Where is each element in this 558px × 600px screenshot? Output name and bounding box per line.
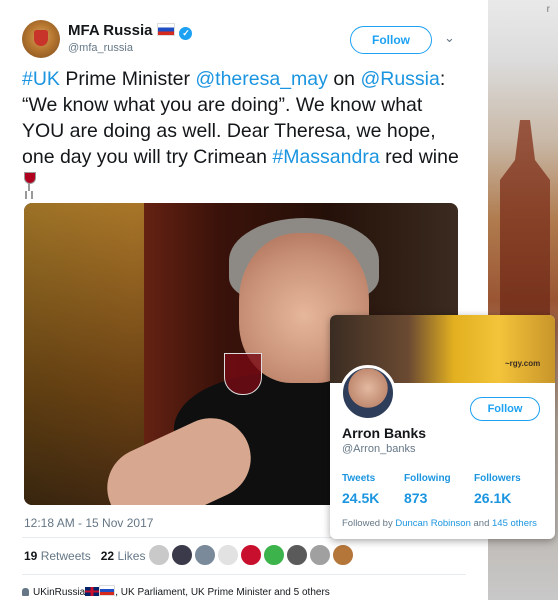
tweet-author-name[interactable]: MFA Russia ✓ [68, 22, 193, 40]
verified-icon: ✓ [179, 27, 193, 40]
retweets-label: Retweets [40, 549, 91, 563]
tweet-text-part: Prime Minister [59, 68, 196, 90]
russia-flag-icon [157, 23, 176, 36]
liker-avatar[interactable] [286, 544, 308, 566]
uk-flag-icon [85, 587, 100, 596]
liker-avatar[interactable] [240, 544, 262, 566]
stat-following[interactable]: Following 873 [404, 473, 451, 506]
footer-accounts-prefix[interactable]: UKinRussia [33, 587, 85, 598]
author-name-text[interactable]: MFA Russia [68, 22, 152, 39]
chevron-down-icon[interactable]: ⌄ [444, 30, 455, 46]
stat-value: 24.5K [342, 490, 380, 506]
photo-wine-glass [224, 353, 262, 395]
profile-hover-card[interactable]: ~rgy.com Follow Arron Banks @Arron_banks… [330, 315, 555, 539]
profile-handle[interactable]: @Arron_banks [342, 443, 416, 455]
mention-theresa-may-link[interactable]: @theresa_may [195, 68, 328, 90]
liker-avatar[interactable] [194, 544, 216, 566]
divider [22, 574, 466, 575]
liker-avatar[interactable] [171, 544, 193, 566]
hashtag-uk-link[interactable]: #UK [22, 68, 60, 90]
tweet-text: #UK Prime Minister @theresa_may on @Russ… [22, 66, 462, 196]
banner-car-text: ~rgy.com [505, 359, 541, 368]
profile-avatar[interactable] [340, 365, 396, 421]
background-mark: r [546, 4, 550, 15]
likes-count: 22 [100, 549, 115, 563]
tweet-text-part: on [327, 68, 361, 90]
profile-name[interactable]: Arron Banks [342, 425, 426, 441]
retweets-count: 19 [24, 549, 38, 563]
mfa-russia-avatar[interactable] [22, 20, 60, 58]
tweet-footer: UKinRussia , UK Parliament, UK Prime Mini… [22, 585, 330, 598]
hashtag-massandra-link[interactable]: #Massandra [272, 146, 379, 168]
person-icon [22, 588, 29, 596]
stat-value: 26.1K [474, 490, 512, 506]
tweet-text-part: red wine [379, 146, 459, 168]
follow-button[interactable]: Follow [350, 26, 432, 54]
stat-followers[interactable]: Followers 26.1K [474, 473, 521, 506]
followed-by-others-link[interactable]: 145 others [492, 518, 537, 529]
stat-tweets[interactable]: Tweets 24.5K [342, 473, 379, 506]
tweet-timestamp[interactable]: 12:18 AM - 15 Nov 2017 [24, 516, 153, 530]
likes-stat[interactable]: 22 Likes [101, 549, 146, 563]
stat-label: Followers [474, 473, 521, 484]
followed-prefix: Followed by [342, 518, 396, 529]
russia-flag-icon [99, 585, 116, 596]
liker-avatar[interactable] [263, 544, 285, 566]
followed-by-name-link[interactable]: Duncan Robinson [395, 518, 471, 529]
liker-avatar[interactable] [217, 544, 239, 566]
followed-by: Followed by Duncan Robinson and 145 othe… [342, 518, 537, 529]
mention-russia-link[interactable]: @Russia [360, 68, 439, 90]
liker-avatar[interactable] [309, 544, 331, 566]
stat-label: Tweets [342, 473, 376, 484]
liker-avatar[interactable] [148, 544, 170, 566]
likes-label: Likes [117, 549, 146, 563]
footer-accounts-rest[interactable]: , UK Parliament, UK Prime Minister and 5… [115, 587, 330, 598]
stat-value: 873 [404, 490, 428, 506]
liker-avatar[interactable] [332, 544, 354, 566]
followed-and: and [470, 518, 493, 529]
stat-label: Following [404, 473, 451, 484]
tweet-stats: 19 Retweets 22 Likes [24, 549, 145, 563]
hover-card-follow-button[interactable]: Follow [470, 397, 540, 421]
tweet-author-handle[interactable]: @mfa_russia [68, 42, 133, 54]
wine-glass-icon [22, 172, 36, 192]
retweets-stat[interactable]: 19 Retweets [24, 549, 91, 563]
